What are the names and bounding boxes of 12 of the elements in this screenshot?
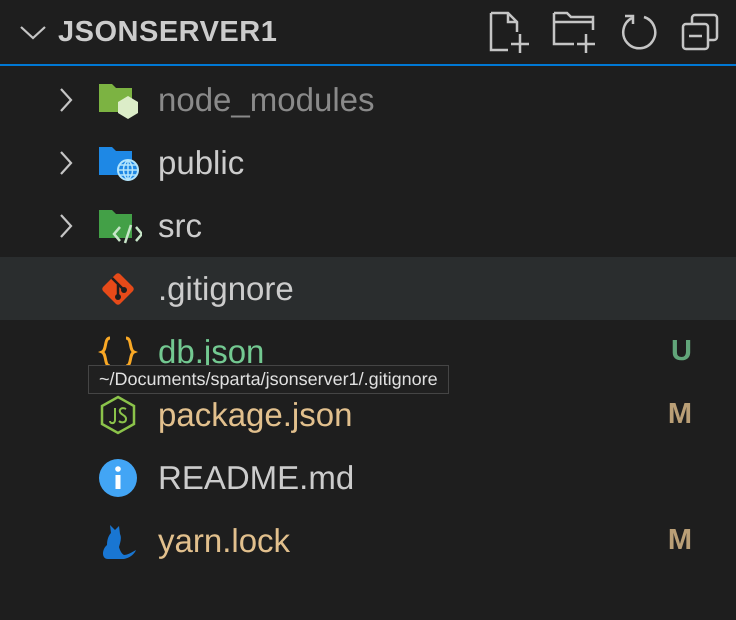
file-name: src xyxy=(158,206,202,244)
file-name: package.json xyxy=(158,396,352,434)
file-name: node_modules xyxy=(158,80,374,118)
file-name: .gitignore xyxy=(158,270,294,308)
file-name: yarn.lock xyxy=(158,522,290,560)
folder-title: JSONSERVER1 xyxy=(58,16,278,48)
file-name: public xyxy=(158,144,244,182)
git-status-letter: U xyxy=(671,335,692,368)
file-name: README.md xyxy=(158,458,354,496)
git-status-letter: M xyxy=(668,524,692,557)
path-tooltip: ~/Documents/sparta/jsonserver1/.gitignore xyxy=(88,365,449,394)
git-status-letter: M xyxy=(668,398,692,431)
